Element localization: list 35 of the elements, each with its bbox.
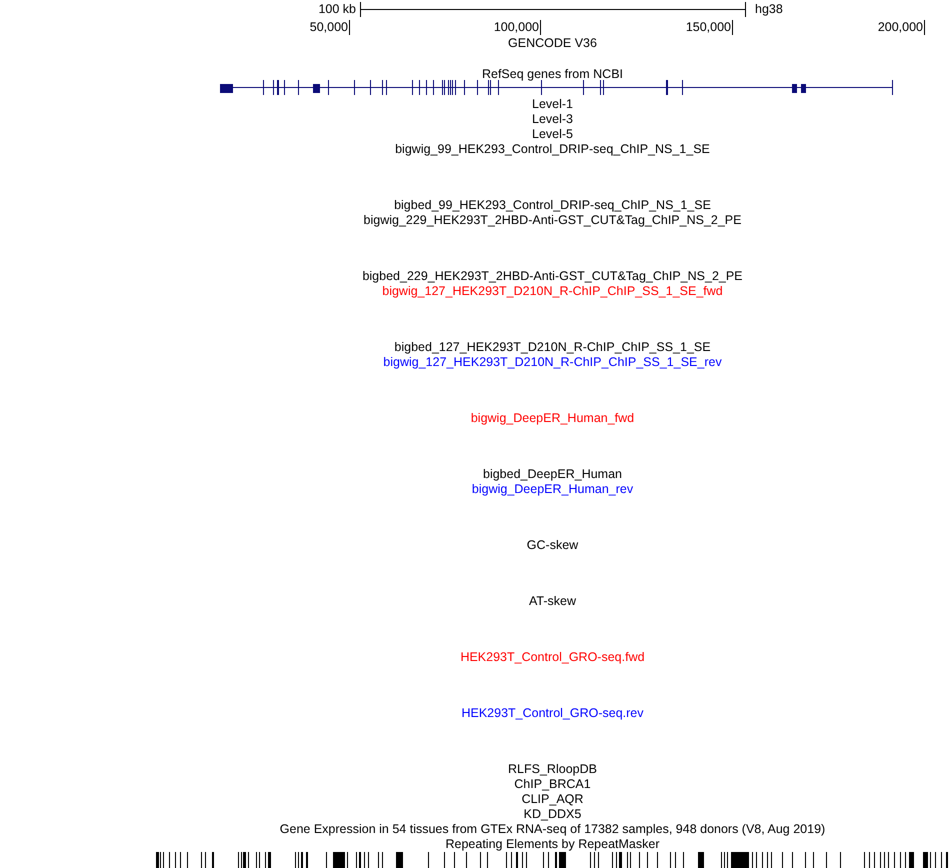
track-label: HEK293T_Control_GRO-seq.rev	[461, 706, 644, 721]
track-label: bigbed_99_HEK293_Control_DRIP-seq_ChIP_NS_1_SE	[394, 198, 711, 213]
track-label: Gene Expression in 54 tissues from GTEx RNA-seq of 17382 samples, 948 donors (V8, Aug 2019)	[280, 822, 826, 837]
assembly-label: hg38	[755, 2, 783, 16]
track-label: HEK293T_Control_GRO-seq.fwd	[460, 650, 645, 665]
ruler-label: 200,000	[878, 20, 923, 34]
track-label: Level-1	[532, 97, 573, 112]
track-label: RLFS_RloopDB	[508, 762, 597, 777]
track-label: Level-5	[532, 127, 573, 142]
track-label: bigwig_229_HEK293T_2HBD-Anti-GST_CUT&Tag_ChIP_NS_2_PE	[364, 213, 742, 228]
track-label: GENCODE V36	[508, 36, 597, 51]
track-label: bigbed_DeepER_Human	[483, 467, 622, 482]
ruler-label: 150,000	[686, 20, 731, 34]
track-label: KD_DDX5	[524, 807, 582, 822]
track-label: bigwig_99_HEK293_Control_DRIP-seq_ChIP_NS_1_SE	[395, 142, 710, 157]
ruler-label: 50,000	[310, 20, 348, 34]
track-label: bigbed_229_HEK293T_2HBD-Anti-GST_CUT&Tag_ChIP_NS_2_PE	[362, 269, 743, 284]
track-label: Repeating Elements by RepeatMasker	[445, 837, 660, 852]
ruler-tick	[924, 20, 925, 34]
track-label: GC-skew	[526, 538, 578, 553]
track-label: bigwig_DeepER_Human_rev	[472, 482, 634, 497]
scale-label: 100 kb	[318, 2, 356, 16]
track-label: AT-skew	[529, 594, 576, 609]
track-label: RefSeq genes from NCBI	[482, 67, 624, 82]
track-label: ChIP_BRCA1	[514, 777, 591, 792]
track-label: bigwig_DeepER_Human_fwd	[470, 411, 634, 426]
track-label: Level-3	[532, 112, 573, 127]
ruler-tick	[349, 20, 350, 34]
track-label: bigwig_127_HEK293T_D210N_R-ChIP_ChIP_SS_1_SE_fwd	[382, 284, 723, 299]
track-label: bigwig_127_HEK293T_D210N_R-ChIP_ChIP_SS_1_SE_rev	[383, 355, 722, 370]
ruler-tick	[540, 20, 541, 34]
track-label: CLIP_AQR	[522, 792, 584, 807]
ruler-label: 100,000	[494, 20, 539, 34]
track-label: bigbed_127_HEK293T_D210N_R-ChIP_ChIP_SS_1_SE	[394, 340, 711, 355]
ruler-tick	[732, 20, 733, 34]
